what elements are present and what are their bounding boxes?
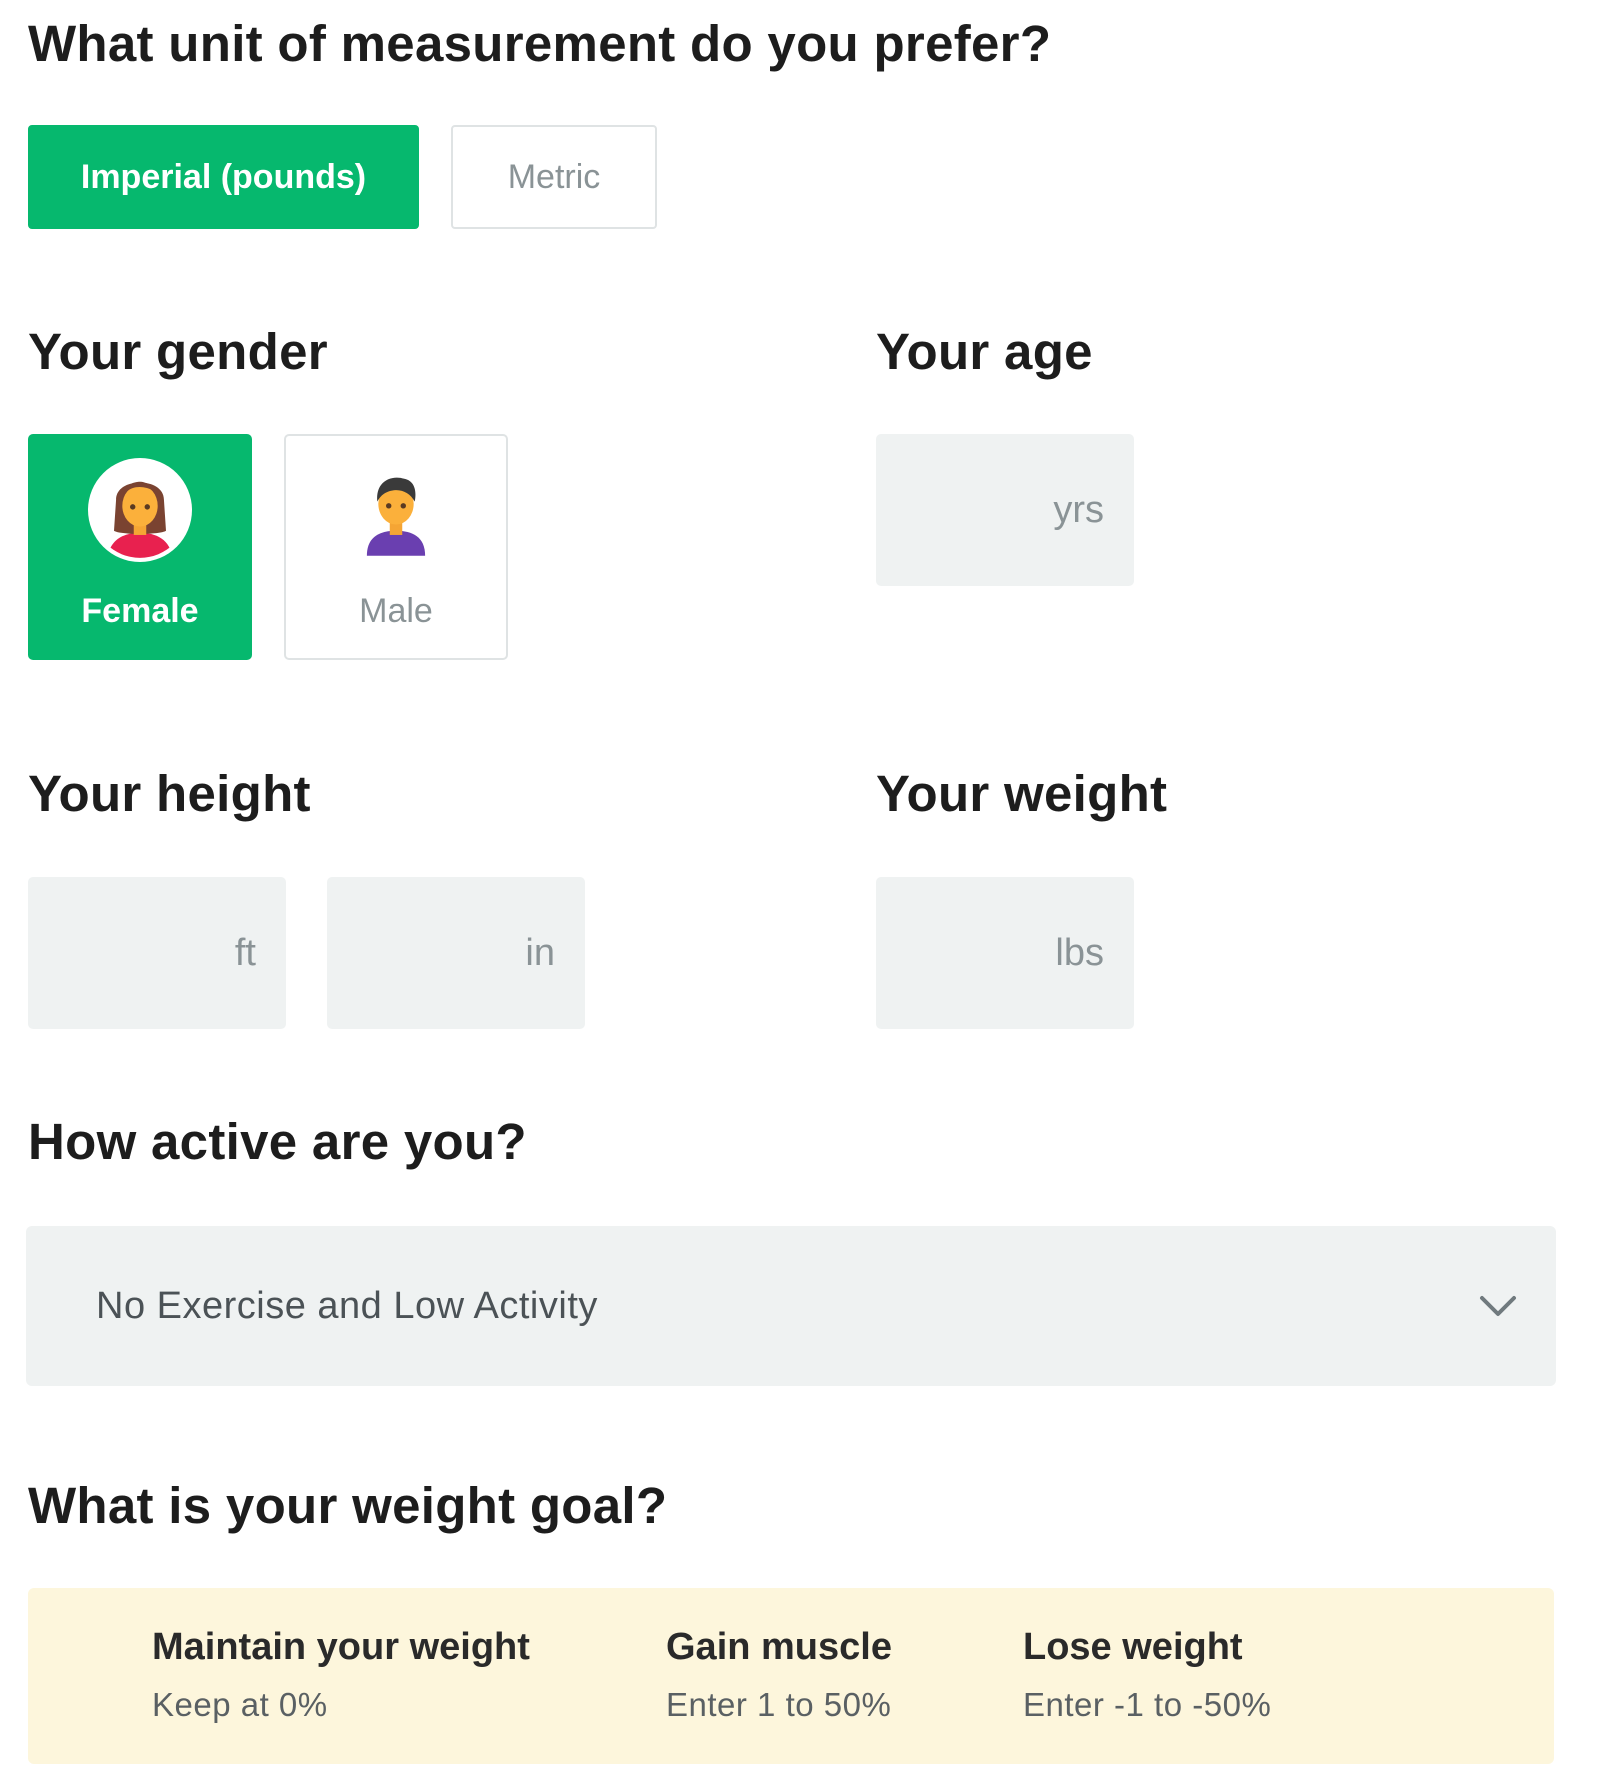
imperial-button-label: Imperial (pounds) [80, 157, 367, 196]
metric-button[interactable]: Metric [451, 125, 657, 229]
chevron-down-icon [1480, 1296, 1516, 1316]
height-heading: Your height [28, 765, 311, 822]
goal-gain-title: Gain muscle [666, 1626, 892, 1668]
weight-unit-label: lbs [1055, 931, 1104, 974]
female-option[interactable]: Female [28, 434, 252, 660]
age-unit-label: yrs [1053, 488, 1104, 531]
age-heading: Your age [876, 323, 1093, 380]
activity-heading: How active are you? [28, 1113, 527, 1170]
goal-maintain-subtitle: Keep at 0% [152, 1686, 328, 1723]
goal-panel [28, 1588, 1554, 1764]
imperial-button[interactable]: Imperial (pounds) [28, 125, 419, 229]
height-feet-input[interactable]: ft [28, 877, 286, 1029]
female-avatar-icon [88, 458, 192, 562]
activity-selected-value: No Exercise and Low Activity [96, 1284, 598, 1327]
male-label: Male [359, 592, 433, 630]
goal-heading: What is your weight goal? [28, 1477, 668, 1534]
female-label: Female [81, 592, 199, 630]
feet-unit-label: ft [234, 931, 256, 974]
age-input[interactable]: yrs [876, 434, 1134, 586]
male-avatar-icon [366, 477, 426, 556]
inches-unit-label: in [525, 931, 555, 974]
goal-maintain-title: Maintain your weight [152, 1626, 530, 1668]
gender-heading: Your gender [28, 323, 328, 380]
male-option[interactable]: Male [284, 434, 508, 660]
metric-button-label: Metric [507, 157, 601, 196]
goal-lose-subtitle: Enter -1 to -50% [1023, 1686, 1272, 1723]
goal-lose-title: Lose weight [1023, 1626, 1243, 1668]
activity-select[interactable]: No Exercise and Low Activity [26, 1226, 1556, 1386]
weight-input[interactable]: lbs [876, 877, 1134, 1029]
goal-gain-subtitle: Enter 1 to 50% [666, 1686, 892, 1723]
height-inches-input[interactable]: in [327, 877, 585, 1029]
weight-heading: Your weight [876, 765, 1168, 822]
units-heading: What unit of measurement do you prefer? [28, 15, 1052, 72]
